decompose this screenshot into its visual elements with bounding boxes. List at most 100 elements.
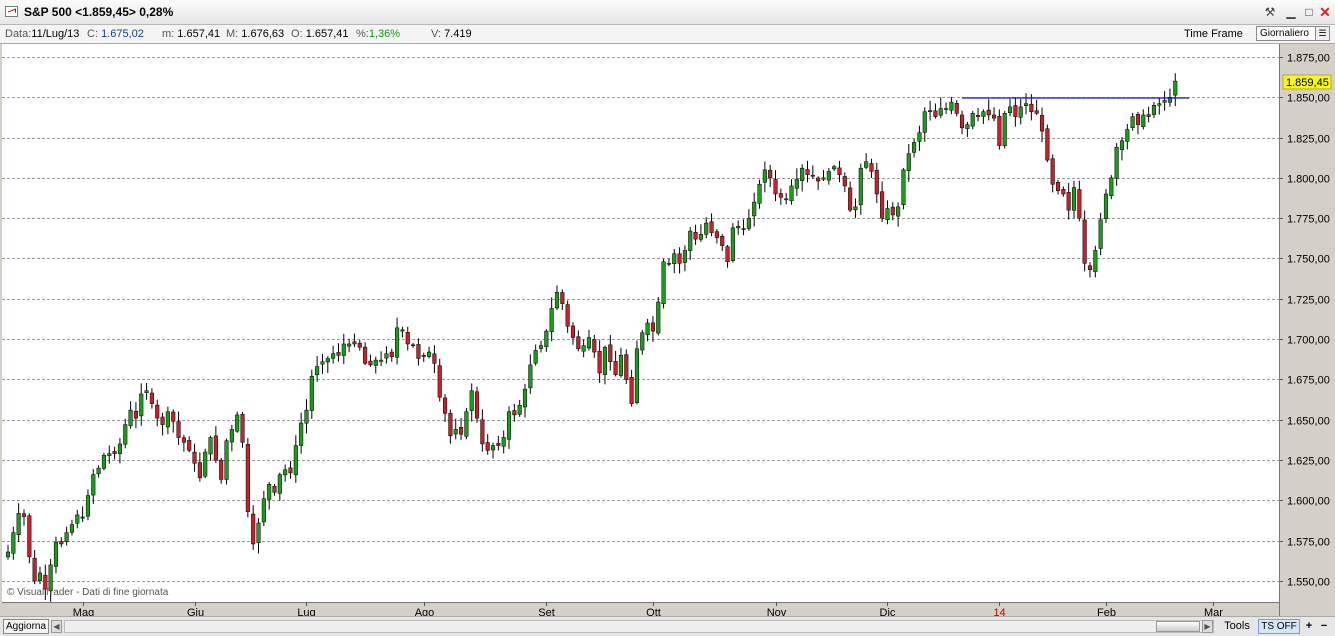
candle-body xyxy=(416,344,421,359)
maximize-button[interactable]: □ xyxy=(1301,4,1317,20)
date-info: Data:11/Lug/13 xyxy=(5,28,80,40)
candle-body xyxy=(720,236,725,246)
candle-body xyxy=(949,101,954,111)
candle-body xyxy=(464,411,469,437)
candle-body xyxy=(69,524,75,533)
scroll-right-button[interactable]: ▶ xyxy=(1202,620,1213,633)
candle-body xyxy=(139,393,144,417)
candle-body xyxy=(1157,103,1162,106)
candle-body xyxy=(1055,182,1061,192)
time-frame-select[interactable]: Giornaliero ☰ xyxy=(1256,26,1330,41)
candle-body xyxy=(565,304,570,327)
candle-body xyxy=(405,332,410,345)
y-tick-label: 1.800,00 xyxy=(1287,174,1330,186)
x-tick-label: Set xyxy=(538,607,555,616)
candle-body xyxy=(32,557,37,582)
candle-body xyxy=(1071,187,1077,211)
candle-body xyxy=(954,103,959,114)
candle-body xyxy=(75,514,80,524)
tools-button[interactable]: Tools xyxy=(1218,619,1256,634)
candle-body xyxy=(112,451,117,454)
candle-body xyxy=(219,459,224,480)
candle-body xyxy=(1141,114,1146,127)
candle-body xyxy=(581,345,586,352)
candle-body xyxy=(746,217,751,229)
candle-body xyxy=(490,445,496,451)
candle-body xyxy=(944,108,949,110)
candle-body xyxy=(778,193,783,198)
candle-body xyxy=(842,176,847,187)
x-tick-label: Lug xyxy=(297,607,315,616)
candle-body xyxy=(1018,106,1023,118)
candle-body xyxy=(27,515,32,558)
x-tick-label: Mar xyxy=(1204,607,1223,616)
candle-body xyxy=(245,443,250,512)
close-button[interactable]: ✕ xyxy=(1317,4,1333,20)
candle-body xyxy=(427,351,432,357)
candle-body xyxy=(1125,129,1130,142)
y-tick-label: 1.775,00 xyxy=(1287,214,1330,226)
candle-body xyxy=(165,411,170,428)
y-tick-label: 1.825,00 xyxy=(1287,134,1330,146)
candle-body xyxy=(800,167,805,181)
candle-body xyxy=(197,462,202,479)
candle-body xyxy=(1114,146,1119,179)
ts-off-button[interactable]: TS OFF xyxy=(1258,619,1300,634)
candle-body xyxy=(400,329,405,332)
candle-body xyxy=(768,169,773,179)
candle-body xyxy=(320,361,325,365)
x-tick-label: Ott xyxy=(646,607,661,616)
candle-body xyxy=(554,292,560,309)
scrollbar-thumb[interactable] xyxy=(1156,621,1200,632)
candle-body xyxy=(538,345,544,349)
candle-body xyxy=(1034,110,1039,114)
candle-body xyxy=(922,111,927,133)
pin-icon[interactable]: ⚒ xyxy=(1262,4,1278,20)
candle-body xyxy=(357,342,362,348)
candle-body xyxy=(192,451,197,464)
candle-body xyxy=(1130,116,1135,128)
candle-body xyxy=(629,377,634,404)
time-frame-value: Giornaliero xyxy=(1260,28,1309,39)
horizontal-scrollbar[interactable] xyxy=(64,620,1214,633)
candle-body xyxy=(613,361,618,375)
candle-body xyxy=(37,572,43,581)
candle-body xyxy=(1082,219,1087,264)
candle-body xyxy=(832,166,837,170)
candle-body xyxy=(288,467,293,474)
candle-body xyxy=(762,169,767,183)
candle-body xyxy=(203,451,208,477)
refresh-button[interactable]: Aggiorna xyxy=(3,619,49,634)
candle-body xyxy=(816,177,821,182)
candle-body xyxy=(912,142,917,153)
x-tick-label: 14 xyxy=(993,607,1005,616)
candle-body xyxy=(906,153,911,171)
chart-app-icon xyxy=(5,6,18,17)
y-tick-label: 1.700,00 xyxy=(1287,335,1330,347)
candle-body xyxy=(315,366,320,376)
zoom-in-button[interactable]: + xyxy=(1302,619,1316,634)
price-chart[interactable]: 1.550,00 1.575,00 1.600,00 1.625,00 1.650,00… xyxy=(0,44,1335,616)
candle-body xyxy=(677,253,682,264)
dropdown-arrow-icon[interactable]: ☰ xyxy=(1315,27,1329,40)
close-info: C: 1.675,02 xyxy=(87,28,144,40)
minimize-button[interactable]: ▁ xyxy=(1283,4,1299,20)
candle-body xyxy=(858,167,863,205)
candle-body xyxy=(59,541,64,545)
candle-body xyxy=(1098,219,1103,249)
candle-body xyxy=(149,392,154,404)
candle-body xyxy=(267,484,272,500)
scroll-left-button[interactable]: ◀ xyxy=(51,620,62,633)
candle-body xyxy=(229,429,234,443)
candle-body xyxy=(496,443,501,446)
candle-body xyxy=(1151,105,1157,115)
title-bar: S&P 500 <1.859,45> 0,28% ⚒ ▁ □ ✕ xyxy=(0,0,1335,25)
candle-body xyxy=(331,353,336,359)
candle-body xyxy=(640,332,645,351)
candle-body xyxy=(549,308,554,333)
candle-body xyxy=(725,246,730,262)
candle-body xyxy=(1162,100,1167,103)
candle-body xyxy=(789,185,794,202)
zoom-out-button[interactable]: − xyxy=(1317,619,1331,634)
candle-body xyxy=(187,440,192,451)
